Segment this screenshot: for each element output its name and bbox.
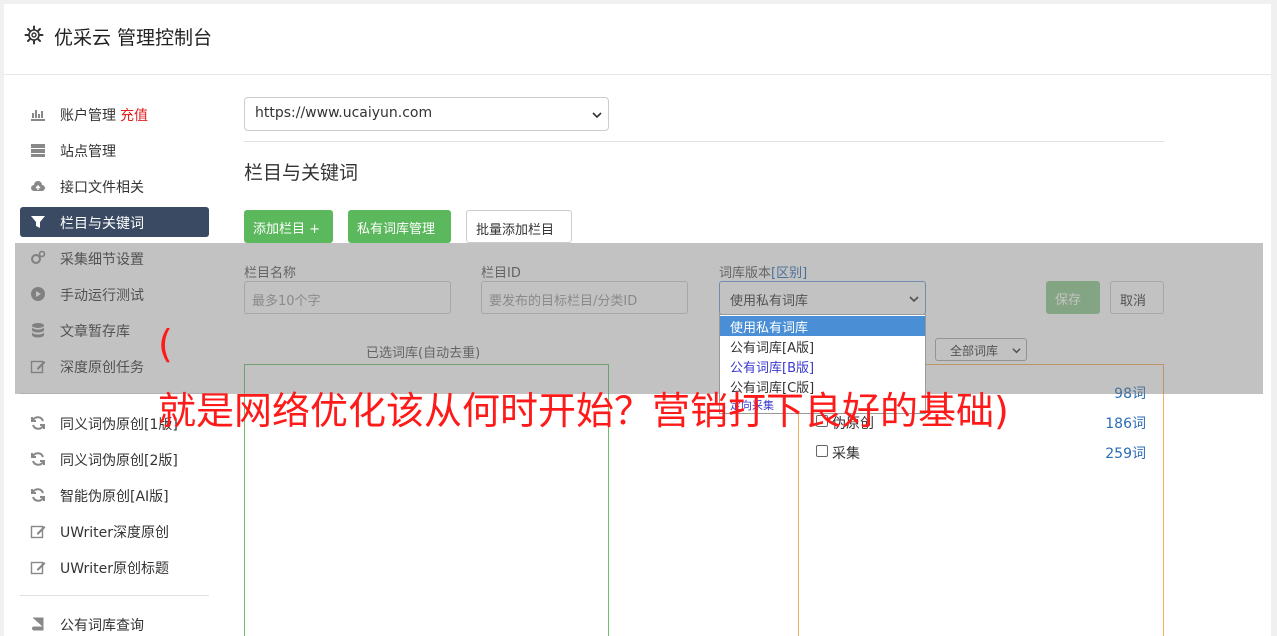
refresh-icon [31,416,45,430]
divider [244,141,1164,142]
refresh-icon [31,488,45,502]
bar-chart-icon [31,110,45,121]
refresh-icon [31,452,45,466]
edit-icon [30,561,46,575]
watermark-text: 就是网络优化该从何时开始？营销打下良好的基础) [158,389,1009,433]
page-title: 优采云 管理控制台 [54,27,213,49]
dropdown-option[interactable]: 公有词库[A版] [720,336,925,356]
recharge-link[interactable]: 充值 [120,108,148,124]
list-item[interactable]: 采集 259词 [816,442,1146,462]
edit-icon [30,525,46,539]
book-icon [32,617,44,631]
checkbox[interactable] [816,445,828,457]
site-select[interactable]: https://www.ucaiyun.com [244,97,609,131]
sidebar-item-label: 公有词库查询 [60,618,144,634]
overlay-band [15,243,1263,394]
word-count: 186词 [1105,416,1146,432]
server-icon [31,144,45,157]
sidebar-item-account[interactable]: 账户管理 充值 [20,99,209,129]
private-lib-button[interactable]: 私有词库管理 [348,210,451,243]
dropdown-option[interactable]: 使用私有词库 [720,316,925,336]
filter-icon [31,216,45,228]
batch-add-button[interactable]: 批量添加栏目 [466,210,572,243]
sidebar-item-uwriter-deep[interactable]: UWriter深度原创 [20,516,209,546]
page-header: 优采云 管理控制台 [4,4,1271,75]
section-title: 栏目与关键词 [244,162,359,184]
gear-icon [24,25,44,45]
sidebar-divider [20,595,209,596]
add-column-button[interactable]: 添加栏目 + [244,210,333,243]
sidebar-item-sites[interactable]: 站点管理 [20,135,209,165]
sidebar-item-label: 接口文件相关 [60,180,144,196]
sidebar-item-label: 智能伪原创[AI版] [60,489,169,505]
sidebar-item-label: 账户管理 [60,108,116,124]
sidebar-item-label: 站点管理 [60,144,116,160]
sidebar-item-label: UWriter深度原创 [60,525,169,541]
chevron-down-icon [592,112,602,119]
watermark-paren: ( [158,322,173,366]
dropdown-option[interactable]: 公有词库[B版] [720,356,925,376]
sidebar-item-uwriter-title[interactable]: UWriter原创标题 [20,552,209,582]
sidebar-item-interface[interactable]: 接口文件相关 [20,171,209,201]
sidebar-item-ai-rewrite[interactable]: 智能伪原创[AI版] [20,480,209,510]
sidebar-item-label: 同义词伪原创[2版] [60,453,178,469]
cloud-upload-icon [31,181,45,191]
word-count: 259词 [1105,446,1146,462]
sidebar-item-label: 栏目与关键词 [60,216,144,232]
site-select-value: https://www.ucaiyun.com [255,105,433,121]
sidebar-item-label: UWriter原创标题 [60,561,169,577]
sidebar-item-public-lib[interactable]: 公有词库查询 [20,609,209,636]
sidebar-item-columns[interactable]: 栏目与关键词 [20,207,209,237]
sidebar-item-synonym-v2[interactable]: 同义词伪原创[2版] [20,444,209,474]
